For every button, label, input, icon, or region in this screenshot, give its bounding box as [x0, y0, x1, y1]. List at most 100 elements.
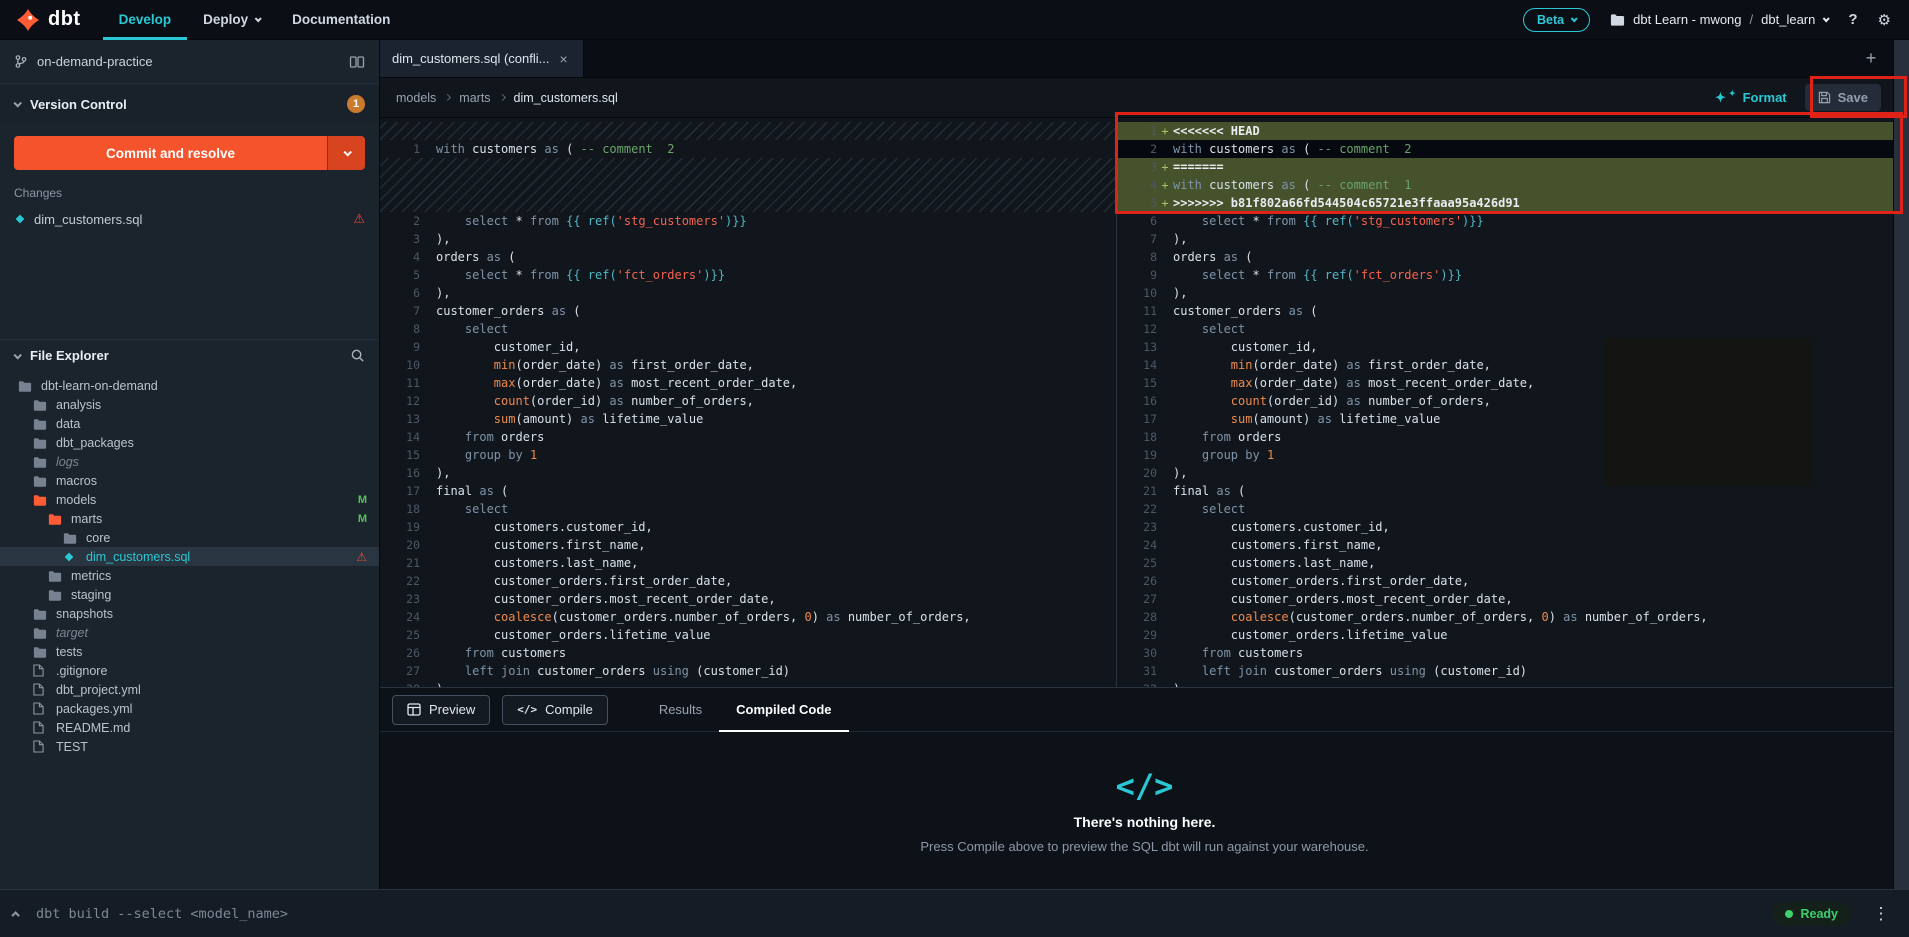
- code-line[interactable]: 19 customers.customer_id,: [380, 518, 1116, 536]
- compile-button[interactable]: </> Compile: [502, 695, 608, 725]
- code-line[interactable]: 10 min(order_date) as first_order_date,: [380, 356, 1116, 374]
- code-line[interactable]: 18 select: [380, 500, 1116, 518]
- file-tree-item[interactable]: data: [0, 414, 379, 433]
- code-line[interactable]: 17final as (: [380, 482, 1116, 500]
- code-line[interactable]: 8 select: [380, 320, 1116, 338]
- code-line[interactable]: 28): [380, 680, 1116, 687]
- beta-toggle[interactable]: Beta: [1523, 8, 1590, 32]
- code-line[interactable]: 8orders as (: [1117, 248, 1909, 266]
- code-line[interactable]: 6 select * from {{ ref('stg_customers')}…: [1117, 212, 1909, 230]
- code-line[interactable]: 27 left join customer_orders using (cust…: [380, 662, 1116, 680]
- code-line[interactable]: 15 group by 1: [380, 446, 1116, 464]
- file-tree-item[interactable]: dim_customers.sql⚠: [0, 547, 379, 566]
- code-line[interactable]: 1with customers as ( -- comment 2: [380, 140, 1116, 158]
- code-line[interactable]: 3+=======: [1117, 158, 1909, 176]
- file-tree-item[interactable]: staging: [0, 585, 379, 604]
- code-line[interactable]: 9 customer_id,: [380, 338, 1116, 356]
- code-line[interactable]: 31 left join customer_orders using (cust…: [1117, 662, 1909, 680]
- command-input[interactable]: dbt build --select <model_name>: [36, 906, 288, 922]
- code-line[interactable]: 13 sum(amount) as lifetime_value: [380, 410, 1116, 428]
- version-control-header[interactable]: Version Control 1: [0, 84, 379, 124]
- branch-selector[interactable]: on-demand-practice: [0, 40, 379, 84]
- file-tree-item[interactable]: macros: [0, 471, 379, 490]
- save-button[interactable]: Save: [1805, 84, 1881, 111]
- gear-icon[interactable]: ⚙: [1878, 11, 1891, 29]
- nav-item-deploy[interactable]: Deploy: [187, 0, 276, 40]
- file-tree-item[interactable]: core: [0, 528, 379, 547]
- chevron-up-icon[interactable]: [11, 911, 19, 919]
- file-tree-item[interactable]: README.md: [0, 718, 379, 737]
- code-line[interactable]: 20 customers.first_name,: [380, 536, 1116, 554]
- file-tree-item[interactable]: tests: [0, 642, 379, 661]
- nav-item-develop[interactable]: Develop: [103, 0, 188, 40]
- code-line[interactable]: 22 select: [1117, 500, 1909, 518]
- breadcrumb-item[interactable]: marts: [459, 91, 490, 105]
- file-tree-item[interactable]: modelsM: [0, 490, 379, 509]
- commit-and-resolve-button[interactable]: Commit and resolve: [14, 136, 365, 170]
- code-line[interactable]: 2 select * from {{ ref('stg_customers')}…: [380, 212, 1116, 230]
- code-line[interactable]: 7),: [1117, 230, 1909, 248]
- file-tree-item[interactable]: dbt_packages: [0, 433, 379, 452]
- code-line[interactable]: 23 customer_orders.most_recent_order_dat…: [380, 590, 1116, 608]
- code-line[interactable]: 2with customers as ( -- comment 2: [1117, 140, 1909, 158]
- close-icon[interactable]: ×: [560, 51, 568, 67]
- code-line[interactable]: 26 from customers: [380, 644, 1116, 662]
- preview-button[interactable]: Preview: [392, 695, 490, 725]
- code-line[interactable]: 16),: [380, 464, 1116, 482]
- file-tree-item[interactable]: TEST: [0, 737, 379, 756]
- code-line[interactable]: 23 customers.customer_id,: [1117, 518, 1909, 536]
- new-tab-button[interactable]: +: [1851, 40, 1891, 77]
- code-line[interactable]: 21 customers.last_name,: [380, 554, 1116, 572]
- file-tree-item[interactable]: target: [0, 623, 379, 642]
- code-line[interactable]: 28 coalesce(customer_orders.number_of_or…: [1117, 608, 1909, 626]
- changed-file-row[interactable]: dim_customers.sql ⚠: [0, 207, 379, 231]
- code-line[interactable]: 12 select: [1117, 320, 1909, 338]
- search-icon[interactable]: [350, 348, 365, 363]
- file-tree-item[interactable]: dbt-learn-on-demand: [0, 376, 379, 395]
- code-line[interactable]: 25 customer_orders.lifetime_value: [380, 626, 1116, 644]
- code-line[interactable]: 5 select * from {{ ref('fct_orders')}}: [380, 266, 1116, 284]
- file-explorer-header[interactable]: File Explorer: [0, 339, 379, 371]
- code-line[interactable]: 32): [1117, 680, 1909, 687]
- code-line[interactable]: 4orders as (: [380, 248, 1116, 266]
- diff-pane-original[interactable]: 1with customers as ( -- comment 2 2 selec…: [380, 118, 1117, 687]
- reader-icon[interactable]: [349, 55, 365, 69]
- help-icon[interactable]: ?: [1848, 11, 1857, 28]
- nav-item-documentation[interactable]: Documentation: [276, 0, 406, 40]
- commit-button-label[interactable]: Commit and resolve: [14, 136, 327, 170]
- ide-scrollbar[interactable]: [1893, 40, 1909, 889]
- file-tree-item[interactable]: metrics: [0, 566, 379, 585]
- file-tree-item[interactable]: logs: [0, 452, 379, 471]
- tab-results[interactable]: Results: [642, 688, 719, 732]
- commit-options-dropdown[interactable]: [327, 136, 365, 170]
- code-line[interactable]: 12 count(order_id) as number_of_orders,: [380, 392, 1116, 410]
- file-tree-item[interactable]: packages.yml: [0, 699, 379, 718]
- code-line[interactable]: 3),: [380, 230, 1116, 248]
- breadcrumb-item[interactable]: dim_customers.sql: [514, 91, 618, 105]
- kebab-menu-icon[interactable]: ⋮: [1867, 904, 1895, 924]
- code-line[interactable]: 6),: [380, 284, 1116, 302]
- file-tree-item[interactable]: snapshots: [0, 604, 379, 623]
- tab-compiled-code[interactable]: Compiled Code: [719, 688, 848, 732]
- code-line[interactable]: 25 customers.last_name,: [1117, 554, 1909, 572]
- account-project-switcher[interactable]: dbt Learn - mwong / dbt_learn: [1610, 12, 1828, 27]
- code-line[interactable]: 11customer_orders as (: [1117, 302, 1909, 320]
- code-line[interactable]: 4+with customers as ( -- comment 1: [1117, 176, 1909, 194]
- code-line[interactable]: 5+>>>>>>> b81f802a66fd544504c65721e3ffaa…: [1117, 194, 1909, 212]
- code-line[interactable]: 9 select * from {{ ref('fct_orders')}}: [1117, 266, 1909, 284]
- file-tree-item[interactable]: martsM: [0, 509, 379, 528]
- breadcrumb-item[interactable]: models: [396, 91, 436, 105]
- code-line[interactable]: 29 customer_orders.lifetime_value: [1117, 626, 1909, 644]
- code-line[interactable]: 27 customer_orders.most_recent_order_dat…: [1117, 590, 1909, 608]
- format-button[interactable]: ✦ ✦ Format: [1715, 90, 1787, 106]
- file-tree-item[interactable]: dbt_project.yml: [0, 680, 379, 699]
- code-line[interactable]: 26 customer_orders.first_order_date,: [1117, 572, 1909, 590]
- code-line[interactable]: 24 coalesce(customer_orders.number_of_or…: [380, 608, 1116, 626]
- dbt-logo[interactable]: dbt: [0, 8, 103, 32]
- code-line[interactable]: 10),: [1117, 284, 1909, 302]
- code-line[interactable]: 1+<<<<<<< HEAD: [1117, 122, 1909, 140]
- code-line[interactable]: 24 customers.first_name,: [1117, 536, 1909, 554]
- code-line[interactable]: 30 from customers: [1117, 644, 1909, 662]
- file-tree-item[interactable]: analysis: [0, 395, 379, 414]
- editor-tab[interactable]: dim_customers.sql (confli... ×: [380, 40, 584, 77]
